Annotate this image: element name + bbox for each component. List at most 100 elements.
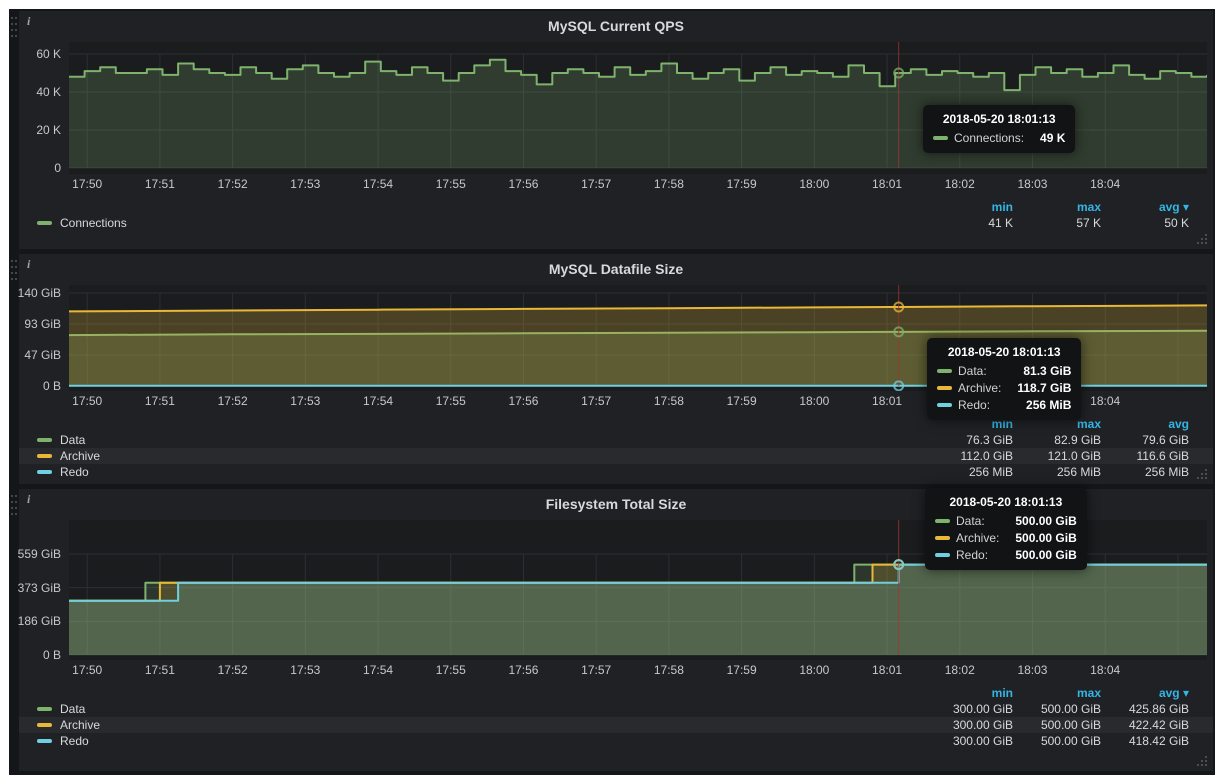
legend-avg-value: 425.86 GiB bbox=[1101, 701, 1189, 717]
series-color-dash bbox=[37, 470, 52, 474]
legend-min-value: 300.00 GiB bbox=[925, 717, 1013, 733]
legend-series-toggle[interactable]: Redo bbox=[19, 464, 925, 480]
x-tick-label: 17:53 bbox=[283, 177, 327, 191]
legend-series-toggle[interactable]: Data bbox=[19, 701, 925, 717]
x-tick-label: 17:51 bbox=[138, 177, 182, 191]
panel-resize-handle[interactable] bbox=[1205, 477, 1207, 479]
x-axis: 17:5017:5117:5217:5317:5417:5517:5617:57… bbox=[69, 660, 1207, 678]
series-color-dash bbox=[937, 369, 952, 373]
x-tick-label: 18:04 bbox=[1083, 394, 1127, 408]
tooltip-series-row: Redo: 500.00 GiB bbox=[935, 548, 1077, 562]
legend-series-toggle[interactable]: Archive bbox=[19, 717, 925, 733]
panel-drag-handle[interactable] bbox=[10, 15, 18, 39]
legend-series-toggle[interactable]: Connections bbox=[19, 215, 925, 231]
tooltip-series-name: Connections: bbox=[954, 131, 1024, 145]
x-tick-label: 17:54 bbox=[356, 663, 400, 677]
x-tick-label: 17:55 bbox=[429, 177, 473, 191]
y-tick-label: 40 K bbox=[36, 85, 61, 99]
tooltip-series-row: Redo: 256 MiB bbox=[937, 398, 1071, 412]
x-tick-label: 17:54 bbox=[356, 177, 400, 191]
tooltip-series-name: Archive: bbox=[958, 381, 1001, 395]
legend-min-value: 76.3 GiB bbox=[925, 432, 1013, 448]
legend-row-redo: Redo 256 MiB 256 MiB 256 MiB bbox=[19, 464, 1213, 480]
legend-sort-max[interactable]: max bbox=[1013, 685, 1101, 701]
legend-header-row: min max avg ▾ bbox=[19, 199, 1213, 215]
x-tick-label: 17:58 bbox=[647, 394, 691, 408]
x-tick-label: 18:03 bbox=[1010, 663, 1054, 677]
x-tick-label: 17:57 bbox=[574, 177, 618, 191]
panel-resize-handle[interactable] bbox=[1205, 764, 1207, 766]
tooltip-series-value: 500.00 GiB bbox=[999, 531, 1076, 545]
tooltip-timestamp: 2018-05-20 18:01:13 bbox=[937, 345, 1071, 359]
tooltip-series-name: Data: bbox=[956, 514, 985, 528]
panel-resize-handle[interactable] bbox=[1205, 242, 1207, 244]
legend-avg-value: 418.42 GiB bbox=[1101, 733, 1189, 749]
legend-min-value: 300.00 GiB bbox=[925, 733, 1013, 749]
legend-max-value: 500.00 GiB bbox=[1013, 733, 1101, 749]
info-icon: i bbox=[27, 14, 30, 29]
legend-sort-avg[interactable]: avg ▾ bbox=[1101, 685, 1189, 701]
x-tick-label: 18:01 bbox=[865, 394, 909, 408]
legend-series-toggle[interactable]: Data bbox=[19, 432, 925, 448]
legend: min max avg ▾ Data 300.00 GiB 500.00 GiB… bbox=[19, 685, 1213, 749]
series-color-dash bbox=[933, 136, 948, 140]
legend-series-toggle[interactable]: Archive bbox=[19, 448, 925, 464]
legend-avg-value: 256 MiB bbox=[1101, 464, 1189, 480]
series-color-dash bbox=[37, 707, 52, 711]
x-tick-label: 18:02 bbox=[938, 663, 982, 677]
legend-max-value: 256 MiB bbox=[1013, 464, 1101, 480]
tooltip-series-value: 49 K bbox=[1024, 131, 1065, 145]
panel-info-icon[interactable]: i bbox=[19, 11, 45, 37]
panel-info-icon[interactable]: i bbox=[19, 254, 45, 280]
x-tick-label: 17:59 bbox=[720, 177, 764, 191]
x-tick-label: 17:56 bbox=[501, 663, 545, 677]
x-tick-label: 17:57 bbox=[574, 663, 618, 677]
y-tick-label: 47 GiB bbox=[24, 348, 61, 362]
x-tick-label: 17:55 bbox=[429, 663, 473, 677]
y-tick-label: 559 GiB bbox=[18, 547, 61, 561]
panel-title[interactable]: MySQL Datafile Size bbox=[19, 254, 1213, 283]
x-tick-label: 18:04 bbox=[1083, 663, 1127, 677]
legend-max-value: 121.0 GiB bbox=[1013, 448, 1101, 464]
tooltip-series-value: 81.3 GiB bbox=[1007, 364, 1071, 378]
x-tick-label: 18:01 bbox=[865, 663, 909, 677]
y-axis: 60 K40 K20 K0 bbox=[19, 42, 69, 174]
y-tick-label: 140 GiB bbox=[18, 286, 61, 300]
legend-sort-min[interactable]: min bbox=[925, 199, 1013, 215]
x-tick-label: 18:03 bbox=[1010, 177, 1054, 191]
legend-sort-min[interactable]: min bbox=[925, 685, 1013, 701]
legend: min max avg ▾ Connections 41 K 57 K 50 K bbox=[19, 199, 1213, 231]
series-color-dash bbox=[37, 723, 52, 727]
panel-drag-handle[interactable] bbox=[10, 258, 18, 282]
legend-header-row: min max avg ▾ bbox=[19, 685, 1213, 701]
panel-info-icon[interactable]: i bbox=[19, 489, 45, 515]
tooltip-series-row: Archive: 500.00 GiB bbox=[935, 531, 1077, 545]
legend-min-value: 256 MiB bbox=[925, 464, 1013, 480]
x-tick-label: 17:52 bbox=[211, 177, 255, 191]
tooltip-timestamp: 2018-05-20 18:01:13 bbox=[935, 495, 1077, 509]
x-tick-label: 17:54 bbox=[356, 394, 400, 408]
panel-drag-handle[interactable] bbox=[10, 493, 18, 517]
legend-series-toggle[interactable]: Redo bbox=[19, 733, 925, 749]
x-tick-label: 17:59 bbox=[720, 394, 764, 408]
series-color-dash bbox=[935, 519, 950, 523]
legend-min-value: 41 K bbox=[925, 215, 1013, 231]
legend-sort-max[interactable]: max bbox=[1013, 199, 1101, 215]
x-tick-label: 17:50 bbox=[65, 663, 109, 677]
legend-row-data: Data 300.00 GiB 500.00 GiB 425.86 GiB bbox=[19, 701, 1213, 717]
series-color-dash bbox=[935, 536, 950, 540]
panel-title[interactable]: MySQL Current QPS bbox=[19, 11, 1213, 40]
tooltip-series-row: Data: 500.00 GiB bbox=[935, 514, 1077, 528]
tooltip-series-name: Redo: bbox=[956, 548, 988, 562]
legend-sort-avg[interactable]: avg bbox=[1101, 416, 1189, 432]
graph-tooltip-qps: 2018-05-20 18:01:13 Connections: 49 K bbox=[923, 105, 1075, 153]
tooltip-series-value: 500.00 GiB bbox=[999, 548, 1076, 562]
legend-sort-avg[interactable]: avg ▾ bbox=[1101, 199, 1189, 215]
x-tick-label: 17:50 bbox=[65, 394, 109, 408]
y-tick-label: 186 GiB bbox=[18, 614, 61, 628]
x-tick-label: 18:01 bbox=[865, 177, 909, 191]
y-tick-label: 373 GiB bbox=[18, 581, 61, 595]
x-tick-label: 17:55 bbox=[429, 394, 473, 408]
x-tick-label: 17:59 bbox=[720, 663, 764, 677]
tooltip-series-value: 118.7 GiB bbox=[1001, 381, 1071, 395]
